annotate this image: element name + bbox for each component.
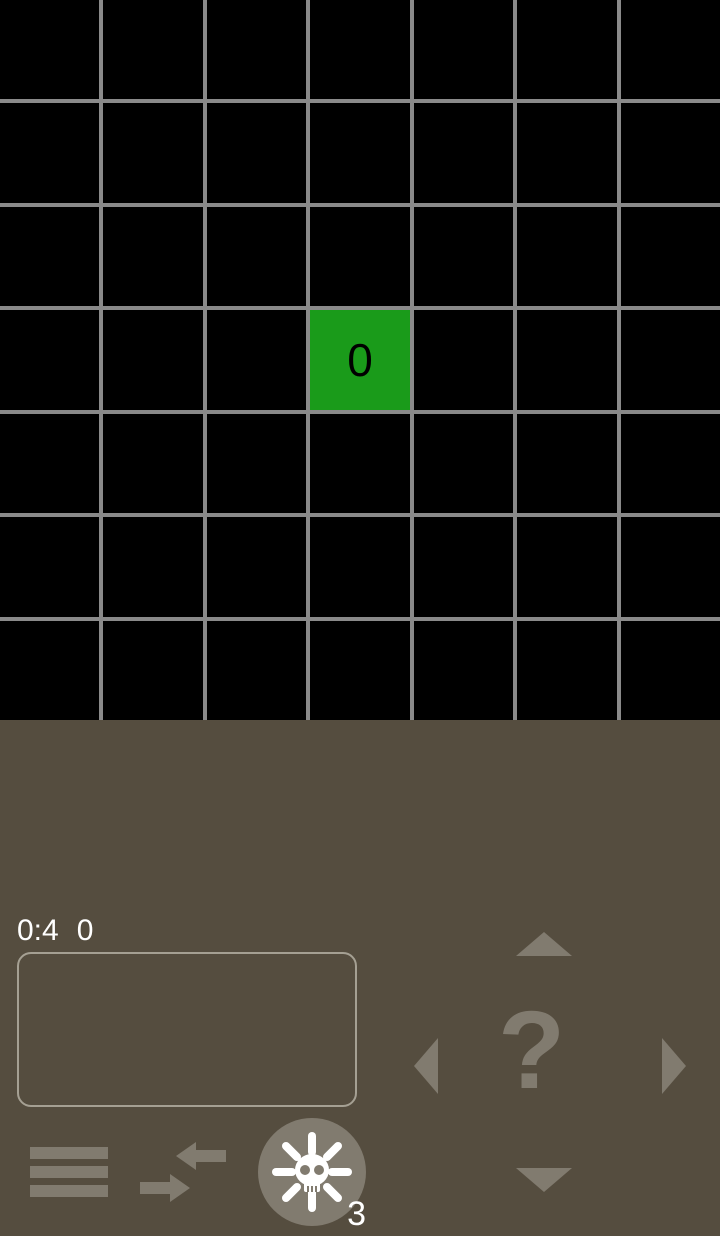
grid-cell[interactable] [621, 517, 720, 616]
grid-cell[interactable] [0, 517, 99, 616]
skull-icon [272, 1132, 352, 1212]
grid: 0 [0, 0, 720, 720]
hamburger-icon [30, 1185, 108, 1197]
grid-cell[interactable] [103, 0, 202, 99]
swap-arrows-icon [138, 1142, 228, 1202]
grid-cell[interactable] [517, 207, 616, 306]
center-action-button[interactable]: ? [498, 996, 565, 1106]
grid-cell[interactable] [414, 0, 513, 99]
grid-cell[interactable] [310, 621, 409, 720]
swap-button[interactable] [138, 1142, 228, 1202]
grid-cell[interactable] [310, 103, 409, 202]
grid-cell[interactable] [414, 310, 513, 409]
grid-cell[interactable] [207, 0, 306, 99]
grid-cell[interactable] [310, 517, 409, 616]
grid-cell[interactable] [207, 103, 306, 202]
hits-box[interactable] [17, 952, 357, 1107]
grid-cell[interactable] [414, 517, 513, 616]
status-row: 0:4 0 [17, 914, 93, 948]
skull-count-label: 3 [347, 1195, 366, 1234]
grid-cell[interactable] [621, 103, 720, 202]
grid-cell[interactable] [0, 103, 99, 202]
grid-cell[interactable] [621, 414, 720, 513]
grid-cell[interactable] [207, 621, 306, 720]
grid-cell[interactable] [517, 517, 616, 616]
grid-cell[interactable] [103, 207, 202, 306]
grid-cell[interactable] [517, 414, 616, 513]
grid-cell[interactable] [207, 414, 306, 513]
grid-cell[interactable] [0, 310, 99, 409]
arrow-right-button[interactable] [662, 1038, 686, 1094]
arrow-left-button[interactable] [414, 1038, 438, 1094]
grid-cell[interactable] [103, 621, 202, 720]
grid-cell[interactable] [0, 0, 99, 99]
grid-cell[interactable] [0, 621, 99, 720]
game-board: 0 [0, 0, 720, 720]
grid-cell[interactable] [310, 414, 409, 513]
grid-cell[interactable] [207, 207, 306, 306]
grid-cell[interactable] [621, 0, 720, 99]
grid-cell[interactable] [207, 517, 306, 616]
score-label: 0 [77, 914, 94, 948]
grid-cell[interactable] [103, 414, 202, 513]
timer-label: 0:4 [17, 914, 59, 948]
grid-cell[interactable] [621, 207, 720, 306]
grid-cell[interactable] [414, 621, 513, 720]
control-panel: 0:4 0 ? [0, 720, 720, 1236]
grid-cell[interactable] [517, 0, 616, 99]
hamburger-icon [30, 1147, 108, 1159]
grid-cell[interactable] [621, 621, 720, 720]
grid-cell[interactable] [310, 207, 409, 306]
player-cell[interactable]: 0 [310, 310, 409, 409]
grid-cell[interactable] [310, 0, 409, 99]
grid-cell[interactable] [103, 310, 202, 409]
arrow-up-button[interactable] [516, 932, 572, 956]
grid-cell[interactable] [103, 103, 202, 202]
grid-cell[interactable] [0, 207, 99, 306]
grid-cell[interactable] [621, 310, 720, 409]
grid-cell[interactable] [414, 414, 513, 513]
dpad: ? [400, 932, 700, 1192]
grid-cell[interactable] [517, 103, 616, 202]
grid-cell[interactable] [207, 310, 306, 409]
hamburger-icon [30, 1166, 108, 1178]
grid-cell[interactable] [103, 517, 202, 616]
skull-button[interactable]: 3 [258, 1118, 366, 1226]
grid-cell[interactable] [414, 207, 513, 306]
menu-button[interactable] [30, 1147, 108, 1197]
player-value: 0 [347, 333, 373, 387]
grid-cell[interactable] [517, 310, 616, 409]
grid-cell[interactable] [517, 621, 616, 720]
grid-cell[interactable] [414, 103, 513, 202]
bottom-buttons: 3 [30, 1118, 366, 1226]
grid-cell[interactable] [0, 414, 99, 513]
arrow-down-button[interactable] [516, 1168, 572, 1192]
